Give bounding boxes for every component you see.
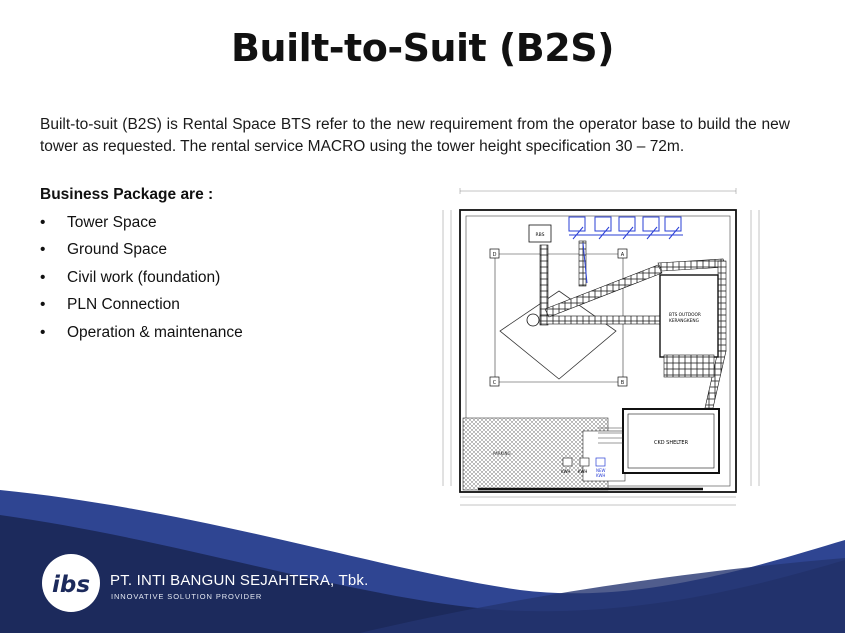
bullet: • (40, 323, 46, 341)
logo-text: ibs (52, 572, 90, 598)
bullet: • (40, 296, 46, 314)
company-tagline: INNOVATIVE SOLUTION PROVIDER (111, 592, 263, 601)
package-heading: Business Package are : (40, 186, 214, 203)
bullet: • (40, 241, 46, 259)
package-label: Tower Space (67, 214, 157, 231)
list-item: • Civil work (foundation) (40, 267, 243, 294)
package-list: • Tower Space • Ground Space • Civil work (… (40, 212, 243, 349)
footer-wave (0, 490, 845, 633)
list-item: • Tower Space (40, 212, 243, 239)
package-label: Operation & maintenance (67, 323, 243, 341)
grid-label: A (621, 252, 625, 258)
package-label: Ground Space (67, 241, 167, 259)
package-label: Civil work (foundation) (67, 268, 221, 286)
grid-label: B (621, 380, 625, 386)
slide-title: Built-to-Suit (B2S) (231, 26, 614, 70)
company-name: PT. INTI BANGUN SEJAHTERA, Tbk. (110, 572, 369, 589)
company-logo: ibs (42, 554, 100, 612)
list-item: • Operation & maintenance (40, 322, 243, 349)
grid-label: C (493, 380, 497, 386)
bts-outdoor-label-2: KERANGKENG (669, 318, 699, 324)
site-layout-drawing: PARKING D A C B RBS BTS OUTDOOR KERANGKE… (442, 188, 760, 506)
parking-label: PARKING (493, 451, 511, 456)
tower-base (526, 313, 540, 327)
bullet: • (40, 268, 46, 286)
package-label: PLN Connection (67, 296, 180, 314)
bullet: • (40, 214, 46, 231)
rbs-label: RBS (536, 232, 545, 238)
intro-paragraph: Built-to-suit (B2S) is Rental Space BTS … (40, 116, 790, 155)
bts-outdoor-label: BTS OUTDOOR (669, 312, 701, 318)
shelter-label: CKD SHELTER (654, 440, 689, 446)
list-item: • Ground Space (40, 239, 243, 266)
list-item: • PLN Connection (40, 294, 243, 321)
grid-label: D (493, 252, 497, 258)
